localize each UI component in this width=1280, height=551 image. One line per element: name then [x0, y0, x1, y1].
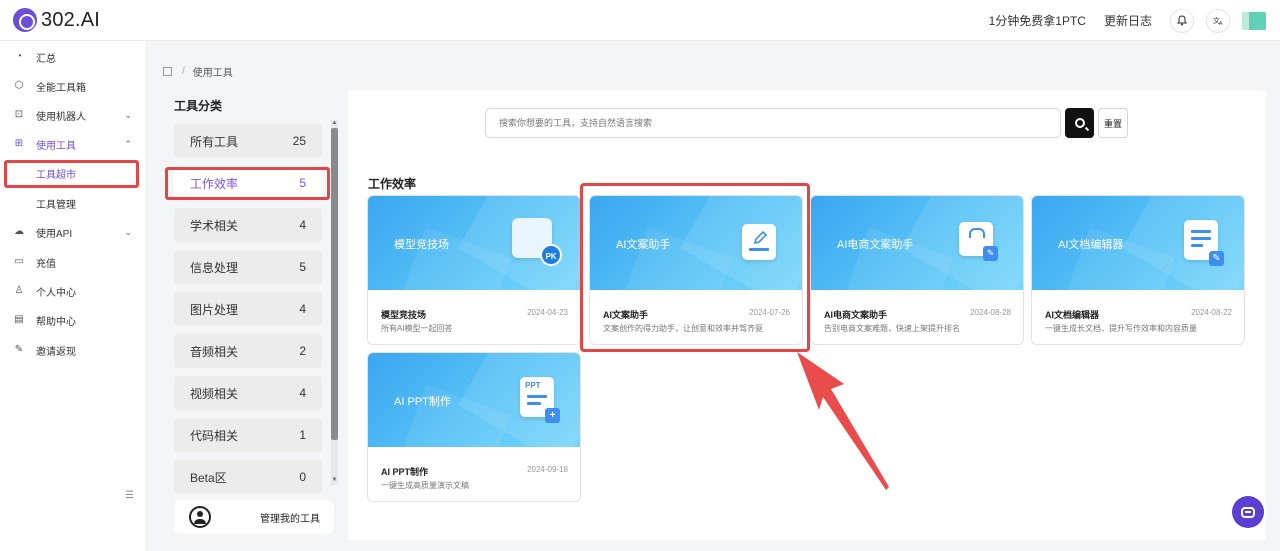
chat-support-button[interactable]	[1232, 496, 1264, 528]
chat-icon	[1241, 506, 1255, 518]
annotation-arrow	[797, 352, 889, 490]
